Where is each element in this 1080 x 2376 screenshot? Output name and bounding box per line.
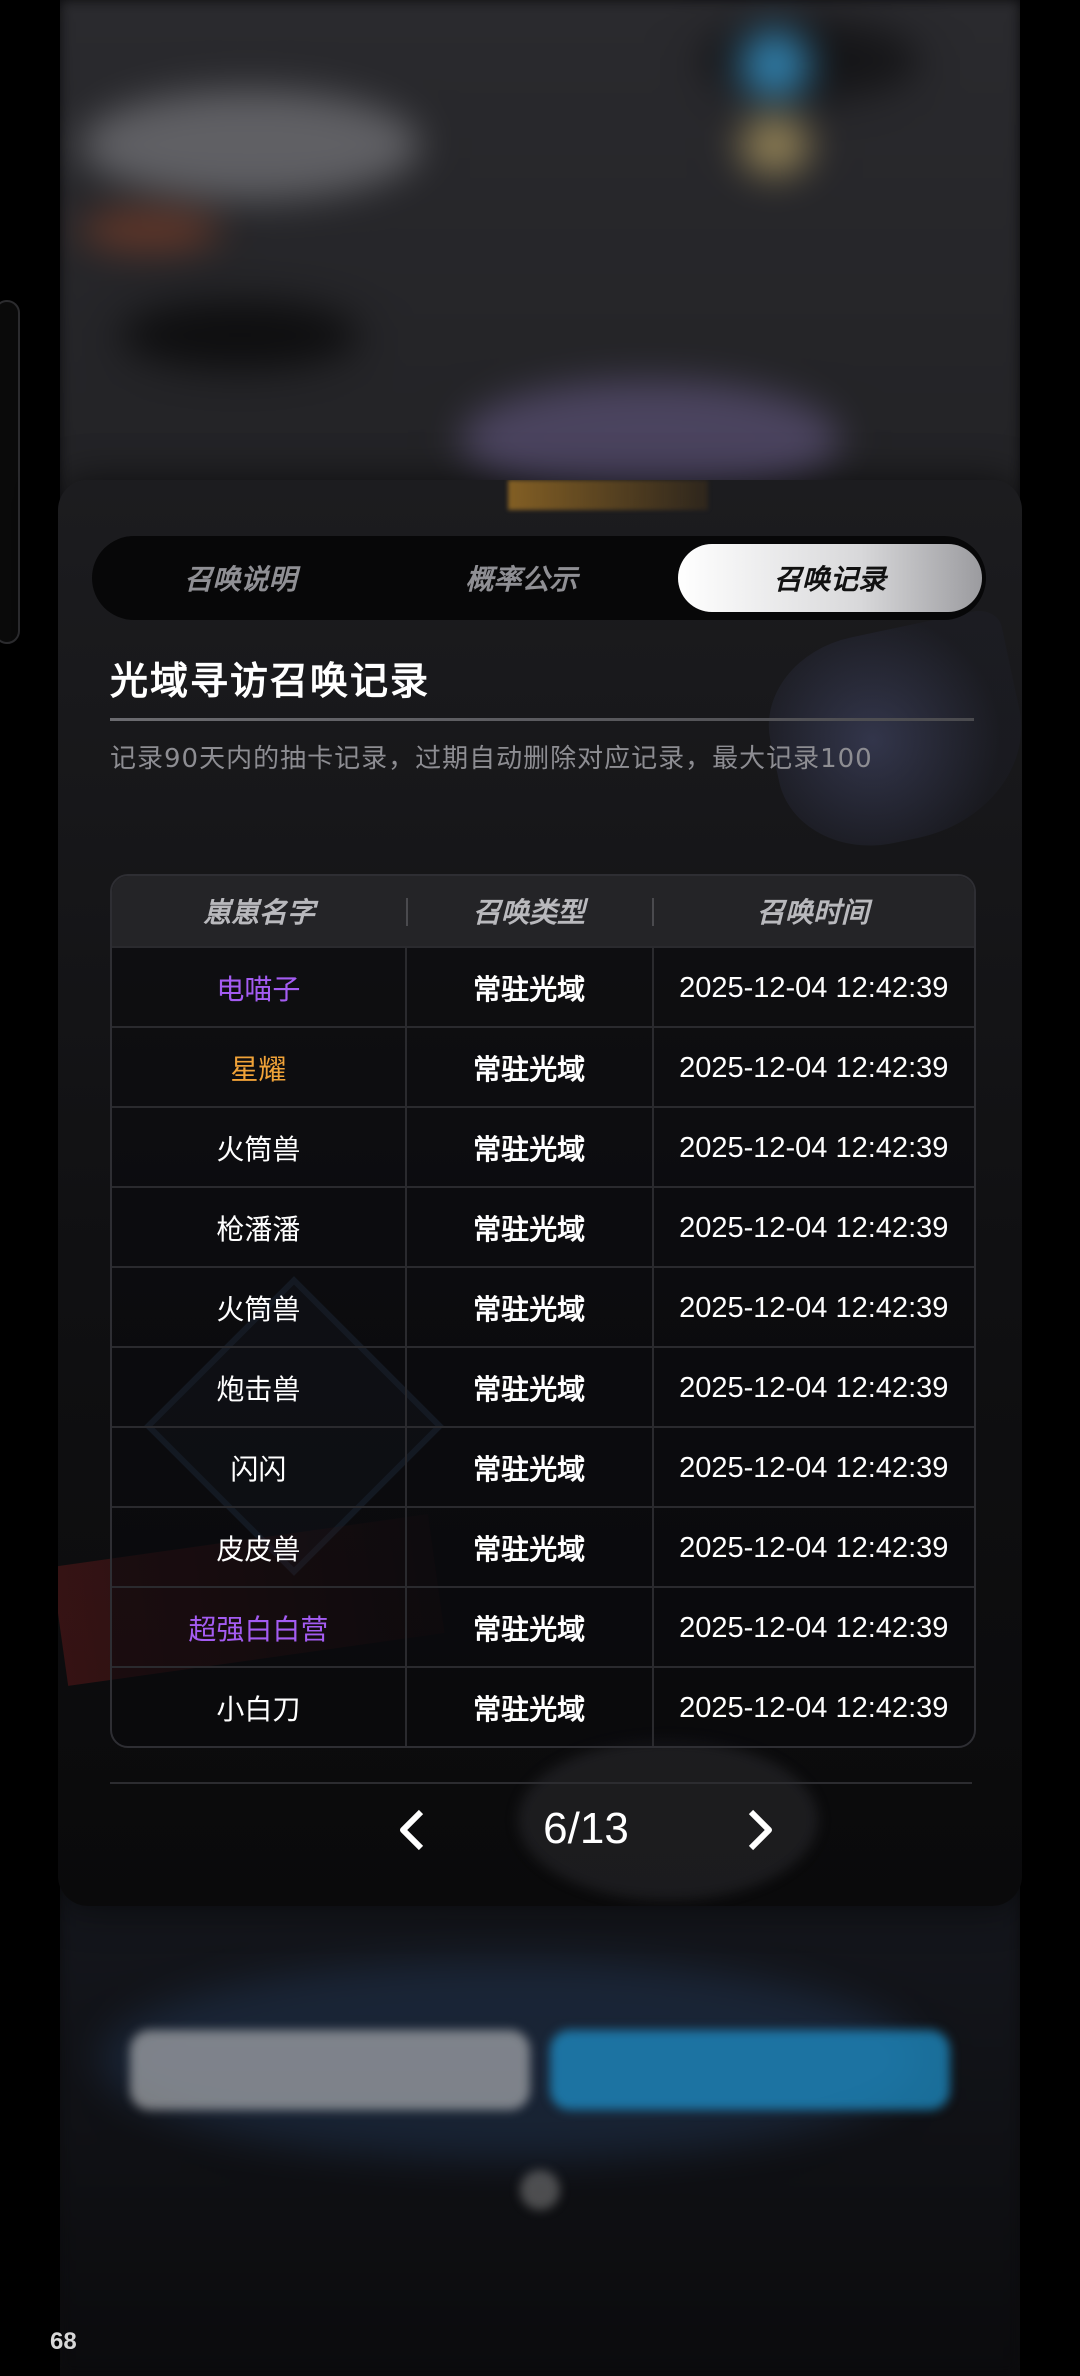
decor-graffiti-right: [752, 606, 1022, 864]
prev-page-button[interactable]: [388, 1806, 436, 1854]
cell-summon-type: 常驻光域: [407, 1268, 654, 1348]
fps-counter: 68: [50, 2328, 77, 2355]
header-divider: [652, 898, 654, 926]
pager-divider: [110, 1782, 972, 1784]
table-row: 炮击兽 常驻光域 2025-12-04 12:42:39: [112, 1346, 974, 1428]
header-summon-time: 召唤时间: [756, 896, 869, 929]
cell-summon-type: 常驻光域: [407, 1108, 654, 1188]
next-page-button[interactable]: [736, 1806, 784, 1854]
cell-pet-name: 火筒兽: [112, 1108, 407, 1188]
header-summon-type: 召唤类型: [472, 896, 585, 929]
header-divider: [406, 898, 408, 926]
tab-summon-record[interactable]: 召唤记录: [678, 544, 982, 612]
cell-summon-time: 2025-12-04 12:42:39: [679, 1131, 949, 1164]
cell-summon-time: 2025-12-04 12:42:39: [679, 1451, 949, 1484]
dialog-title: 光域寻访召唤记录: [110, 658, 431, 703]
cell-pet-name: 闪闪: [112, 1428, 407, 1508]
pager: 6/13: [110, 1790, 972, 1870]
cell-summon-time: 2025-12-04 12:42:39: [679, 1291, 949, 1324]
cell-summon-time: 2025-12-04 12:42:39: [679, 1051, 949, 1084]
table-row: 枪潘潘 常驻光域 2025-12-04 12:42:39: [112, 1186, 974, 1268]
cell-summon-type: 常驻光域: [407, 1588, 654, 1668]
cell-summon-time: 2025-12-04 12:42:39: [679, 1531, 949, 1564]
tab-bar: 召唤说明 概率公示 召唤记录: [92, 536, 986, 620]
cell-pet-name: 超强白白营: [112, 1588, 407, 1668]
table-row: 超强白白营 常驻光域 2025-12-04 12:42:39: [112, 1586, 974, 1668]
table-row: 星耀 常驻光域 2025-12-04 12:42:39: [112, 1026, 974, 1108]
table-row: 火筒兽 常驻光域 2025-12-04 12:42:39: [112, 1266, 974, 1348]
tab-probability[interactable]: 概率公示: [381, 544, 662, 612]
title-divider: [110, 718, 974, 721]
cell-summon-time: 2025-12-04 12:42:39: [679, 1371, 949, 1404]
chevron-right-icon: [748, 1809, 772, 1851]
header-pet-name: 崽崽名字: [202, 896, 315, 929]
cell-summon-type: 常驻光域: [407, 1668, 654, 1746]
cell-summon-time: 2025-12-04 12:42:39: [679, 971, 949, 1004]
cell-pet-name: 电喵子: [112, 948, 407, 1028]
side-drawer-handle: [0, 300, 20, 644]
table-row: 皮皮兽 常驻光域 2025-12-04 12:42:39: [112, 1506, 974, 1588]
cell-pet-name: 小白刀: [112, 1668, 407, 1746]
cell-summon-time: 2025-12-04 12:42:39: [679, 1691, 949, 1724]
cell-summon-type: 常驻光域: [407, 1508, 654, 1588]
cell-pet-name: 炮击兽: [112, 1348, 407, 1428]
cell-summon-type: 常驻光域: [407, 1428, 654, 1508]
page-indicator: 6/13: [543, 1804, 629, 1853]
cell-summon-time: 2025-12-04 12:42:39: [679, 1211, 949, 1244]
chevron-left-icon: [400, 1809, 424, 1851]
cell-summon-type: 常驻光域: [407, 948, 654, 1028]
bottom-button-right-blurred: [550, 2030, 950, 2110]
table-row: 火筒兽 常驻光域 2025-12-04 12:42:39: [112, 1106, 974, 1188]
bottom-dot-blurred: [520, 2170, 560, 2210]
summon-record-dialog: 召唤说明 概率公示 召唤记录 光域寻访召唤记录 记录90天内的抽卡记录，过期自动…: [58, 480, 1022, 1906]
cell-pet-name: 皮皮兽: [112, 1508, 407, 1588]
record-table: 崽崽名字 召唤类型 召唤时间 电喵子 常驻光域 2025-12-04 12:42:3…: [110, 874, 976, 1748]
table-row: 电喵子 常驻光域 2025-12-04 12:42:39: [112, 946, 974, 1028]
cell-summon-type: 常驻光域: [407, 1348, 654, 1428]
cell-summon-type: 常驻光域: [407, 1188, 654, 1268]
cell-pet-name: 枪潘潘: [112, 1188, 407, 1268]
tab-summon-info[interactable]: 召唤说明: [100, 544, 381, 612]
cell-summon-time: 2025-12-04 12:42:39: [679, 1611, 949, 1644]
table-row: 闪闪 常驻光域 2025-12-04 12:42:39: [112, 1426, 974, 1508]
cell-pet-name: 星耀: [112, 1028, 407, 1108]
cell-summon-type: 常驻光域: [407, 1028, 654, 1108]
bottom-button-left-blurred: [130, 2030, 530, 2110]
decor-top: [508, 480, 708, 510]
table-header: 崽崽名字 召唤类型 召唤时间: [112, 876, 974, 946]
cell-pet-name: 火筒兽: [112, 1268, 407, 1348]
record-description: 记录90天内的抽卡记录，过期自动删除对应记录，最大记录100: [110, 744, 873, 774]
table-row: 小白刀 常驻光域 2025-12-04 12:42:39: [112, 1666, 974, 1746]
right-letterbox: [1020, 0, 1080, 2376]
